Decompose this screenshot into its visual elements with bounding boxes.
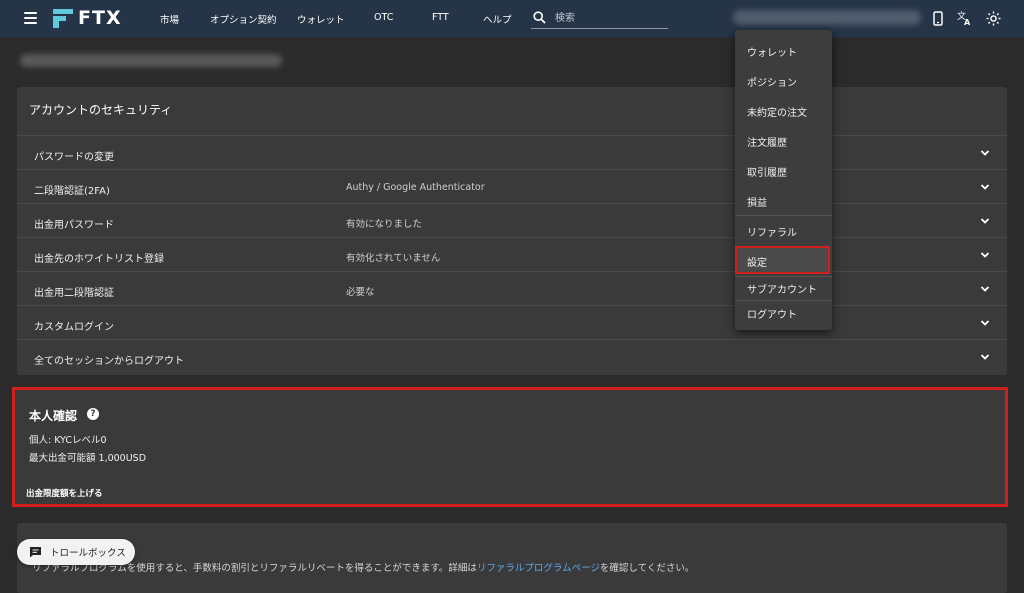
chevron-down-icon[interactable] — [979, 147, 991, 159]
account-security-card: アカウントのセキュリティ パスワードの変更 二段階認証(2FA) Authy /… — [17, 87, 1007, 375]
menu-item-wallet[interactable]: ウォレット — [747, 44, 797, 59]
account-subtitle-redacted — [20, 54, 282, 67]
row-value: 有効になりました — [346, 219, 423, 230]
identity-verification-card: 本人確認 ? 個人: KYCレベル0 最大出金可能額 1,000USD 出金限度… — [12, 387, 1008, 507]
menu-item-subaccounts[interactable]: サブアカウント — [747, 281, 817, 296]
row-label: 出金先のホワイトリスト登録 — [34, 254, 164, 265]
nav-help[interactable]: ヘルプ — [483, 12, 512, 26]
menu-item-settings[interactable]: 設定 — [747, 254, 767, 269]
chevron-down-icon[interactable] — [979, 249, 991, 261]
menu-divider — [735, 215, 832, 216]
security-row-change-password[interactable]: パスワードの変更 — [17, 135, 1007, 170]
ftx-logo[interactable]: FTX — [52, 7, 122, 29]
chevron-down-icon[interactable] — [979, 283, 991, 295]
language-icon[interactable]: 文 A — [957, 10, 973, 26]
menu-item-open-orders[interactable]: 未約定の注文 — [747, 104, 807, 119]
menu-item-positions[interactable]: ポジション — [747, 74, 797, 89]
menu-item-pnl[interactable]: 損益 — [747, 194, 767, 209]
security-row-logout-all[interactable]: 全てのセッションからログアウト — [17, 339, 1007, 374]
row-label: 全てのセッションからログアウト — [34, 356, 184, 367]
row-label: パスワードの変更 — [34, 152, 114, 163]
row-label: カスタムログイン — [34, 322, 114, 333]
search-input[interactable] — [553, 9, 667, 27]
nav-markets[interactable]: 市場 — [160, 12, 179, 26]
chevron-down-icon[interactable] — [979, 351, 991, 363]
chat-icon — [30, 547, 41, 558]
security-row-withdrawal-password[interactable]: 出金用パスワード 有効になりました — [17, 203, 1007, 238]
raise-limit-link[interactable]: 出金限度額を上げる — [26, 487, 103, 499]
row-value: Authy / Google Authenticator — [346, 182, 485, 193]
menu-item-referral[interactable]: リファラル — [747, 224, 797, 239]
top-nav-bar: FTX 市場 オプション契約 ウォレット OTC FTT ヘルプ 文 A — [0, 0, 1024, 37]
menu-item-order-history[interactable]: 注文履歴 — [747, 134, 787, 149]
account-dropdown-menu: ウォレット ポジション 未約定の注文 注文履歴 取引履歴 損益 リファラル 設定… — [735, 30, 832, 330]
nav-otc[interactable]: OTC — [374, 12, 393, 23]
security-row-2fa[interactable]: 二段階認証(2FA) Authy / Google Authenticator — [17, 169, 1007, 204]
referral-card: リファラルプログラムを使用すると、手数料の割引とリファラルリベートを得ることがで… — [17, 523, 1007, 593]
menu-item-logout[interactable]: ログアウト — [747, 306, 797, 321]
logo-text: FTX — [78, 7, 122, 29]
row-value: 有効化されていません — [346, 253, 441, 264]
ftx-logo-icon — [53, 9, 73, 28]
menu-item-trade-history[interactable]: 取引履歴 — [747, 164, 787, 179]
chevron-down-icon[interactable] — [979, 181, 991, 193]
chevron-down-icon[interactable] — [979, 317, 991, 329]
trollbox-button[interactable]: トロールボックス — [17, 539, 135, 565]
identity-title: 本人確認 — [29, 409, 78, 423]
svg-text:A: A — [964, 18, 971, 26]
row-label: 出金用二段階認証 — [34, 288, 114, 299]
referral-text: リファラルプログラムを使用すると、手数料の割引とリファラルリベートを得ることがで… — [32, 560, 694, 574]
search-icon — [533, 11, 546, 24]
row-value: 必要な — [346, 287, 375, 298]
row-label: 二段階認証(2FA) — [34, 186, 110, 197]
account-email-redacted[interactable] — [733, 10, 921, 25]
nav-ftt[interactable]: FTT — [432, 12, 449, 23]
mobile-app-icon[interactable] — [930, 10, 946, 26]
trollbox-label: トロールボックス — [50, 548, 126, 559]
security-row-whitelist[interactable]: 出金先のホワイトリスト登録 有効化されていません — [17, 237, 1007, 272]
theme-toggle-icon[interactable] — [985, 10, 1001, 26]
referral-text-after: を確認してください。 — [599, 563, 695, 574]
withdrawal-limit: 最大出金可能額 1,000USD — [29, 453, 147, 464]
security-row-custom-login[interactable]: カスタムログイン — [17, 305, 1007, 340]
menu-divider — [735, 300, 832, 301]
nav-wallet[interactable]: ウォレット — [297, 12, 345, 26]
chevron-down-icon[interactable] — [979, 215, 991, 227]
nav-options[interactable]: オプション契約 — [210, 12, 277, 26]
help-icon[interactable]: ? — [87, 408, 99, 420]
security-card-title: アカウントのセキュリティ — [29, 103, 173, 117]
referral-program-link[interactable]: リファラルプログラムページ — [477, 563, 600, 574]
search-box — [531, 8, 668, 29]
menu-divider — [735, 276, 832, 277]
row-label: 出金用パスワード — [34, 220, 114, 231]
kyc-level: 個人: KYCレベル0 — [29, 435, 107, 446]
security-row-withdrawal-2fa[interactable]: 出金用二段階認証 必要な — [17, 271, 1007, 306]
hamburger-menu-icon[interactable] — [24, 12, 37, 24]
